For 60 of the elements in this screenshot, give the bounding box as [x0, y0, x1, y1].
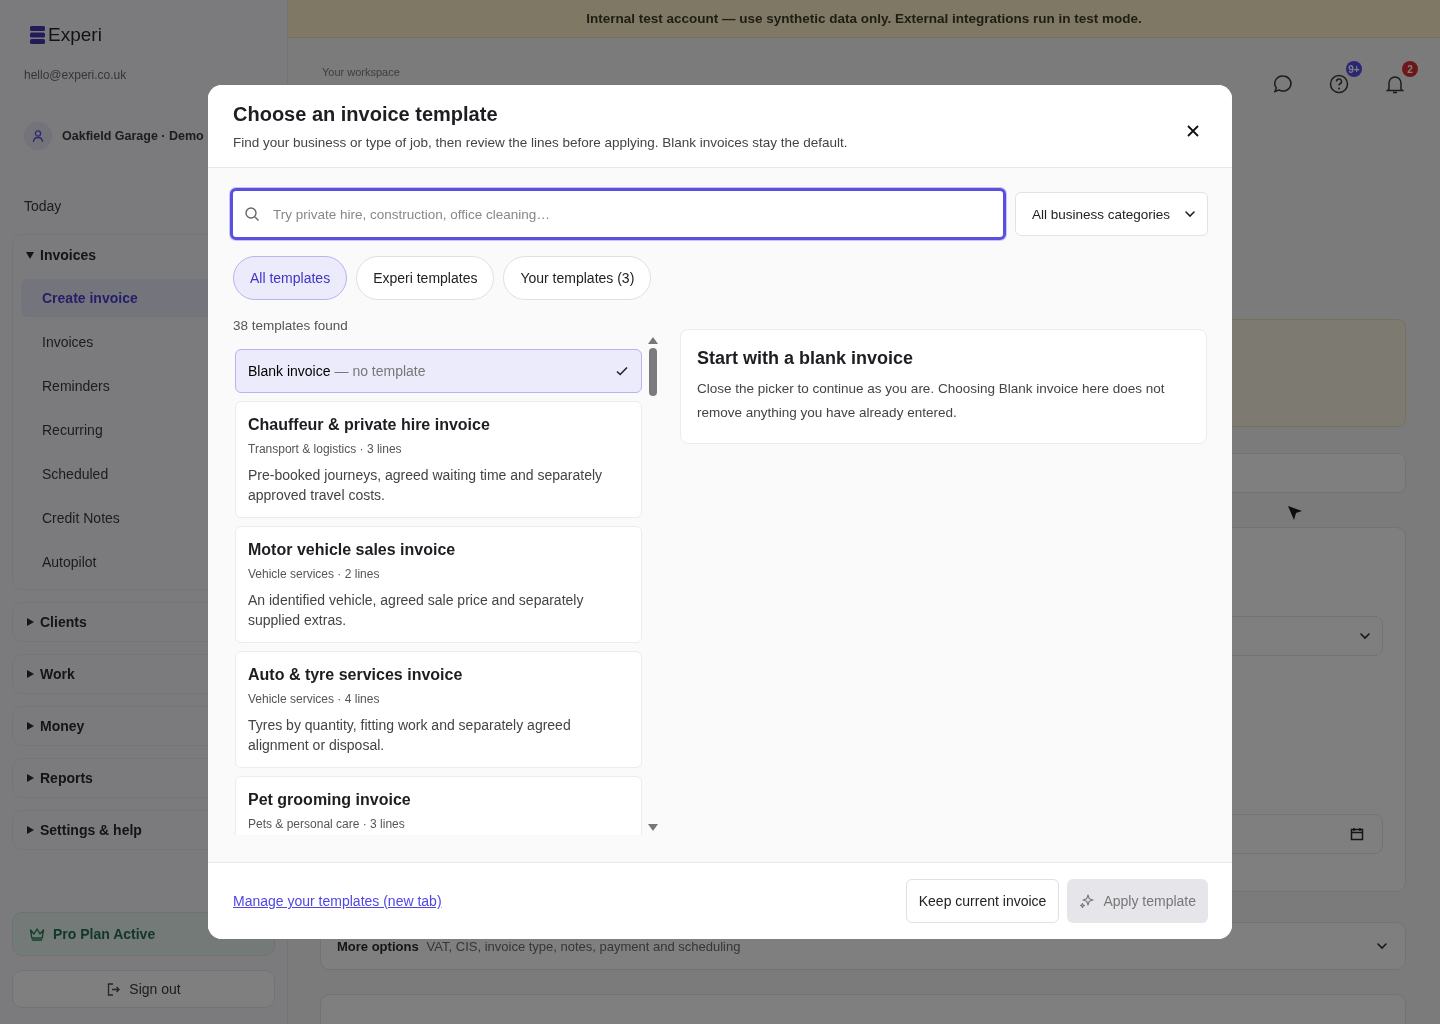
sign-out-button[interactable]: Sign out: [12, 970, 275, 1008]
template-description: Tyres by quantity, fitting work and separately agreed alignment or disposal.: [248, 716, 572, 755]
template-option[interactable]: Blank invoice — no template: [235, 349, 642, 393]
preview-text: Close the picker to continue as you are. Choosing Blank invoice here does not remove anything you have already entered.: [697, 380, 1166, 422]
sidebar-group[interactable]: Work: [40, 666, 75, 682]
dialog-subtitle: Find your business or type of job, then review the lines before applying. Blank invoices stay the default.: [233, 135, 848, 150]
sidebar-group[interactable]: Money: [40, 718, 85, 734]
account-name[interactable]: Oakfield Garage · Demo: [62, 129, 204, 143]
more-options-label[interactable]: More options: [337, 938, 419, 954]
template-card[interactable]: Chauffeur & private hire invoice Transport & logistics · 3 lines Pre-booked journeys, agreed waiting time and separately approved travel costs.: [235, 401, 642, 518]
search-icon: [244, 206, 260, 222]
sidebar-group[interactable]: Settings & help: [40, 822, 142, 838]
template-meta: Vehicle services · 4 lines: [248, 692, 381, 707]
manage-templates-link[interactable]: Manage your templates (new tab): [233, 893, 442, 909]
scroll-up-icon[interactable]: [648, 337, 658, 344]
test-account-banner: Internal test account — use synthetic data only. External integrations run in test mode.: [288, 0, 1440, 38]
template-card[interactable]: Auto & tyre services invoice Vehicle services · 4 lines Tyres by quantity, fitting work and separately agreed alignment or disposal.: [235, 651, 642, 768]
template-card[interactable]: Motor vehicle sales invoice Vehicle services · 2 lines An identified vehicle, agreed sale price and separately supplied extras.: [235, 526, 642, 643]
template-title: Chauffeur & private hire invoice: [248, 416, 491, 434]
sign-out-icon: [106, 981, 122, 997]
notification-badge: 2: [1402, 61, 1418, 77]
template-meta: Transport & logistics · 3 lines: [248, 442, 403, 457]
check-icon: [615, 364, 629, 378]
logo-text: Experi: [48, 24, 102, 46]
template-description: Pre-booked journeys, agreed waiting time and separately approved travel costs.: [248, 466, 604, 505]
template-meta: Vehicle services · 2 lines: [248, 567, 381, 582]
logo-icon: [30, 25, 46, 45]
account-email: hello@experi.co.uk: [24, 68, 128, 82]
help-icon[interactable]: [1328, 73, 1350, 95]
calendar-icon: [1350, 827, 1364, 841]
scroll-down-icon[interactable]: [648, 824, 658, 831]
sidebar-group[interactable]: Reports: [40, 770, 93, 786]
count-badge: 9+: [1346, 61, 1362, 77]
filter-tab[interactable]: All templates: [233, 256, 348, 300]
template-card[interactable]: Pet grooming invoice Pets & personal care · 3 lines: [235, 776, 642, 835]
chat-icon[interactable]: [1272, 73, 1294, 95]
close-icon: [1186, 123, 1200, 138]
user-icon: [31, 129, 45, 143]
preview-title: Start with a blank invoice: [697, 348, 915, 369]
filter-tab[interactable]: Experi templates: [356, 256, 495, 300]
scrollbar-thumb[interactable]: [649, 348, 657, 396]
bell-icon[interactable]: [1384, 73, 1406, 95]
sidebar-group[interactable]: Invoices: [40, 247, 97, 263]
cursor-icon: [1286, 504, 1304, 522]
filter-tab[interactable]: Your templates (3): [503, 256, 652, 300]
result-count: 38 templates found: [233, 318, 349, 333]
category-select[interactable]: All business categories: [1015, 192, 1208, 236]
search-field[interactable]: Try private hire, construction, office cleaning…: [230, 188, 1006, 240]
workspace-label: Your workspace: [322, 66, 400, 78]
dialog-title: Choose an invoice template: [233, 103, 499, 126]
template-meta: Pets & personal care · 3 lines: [248, 817, 406, 832]
sparkle-icon: [1079, 893, 1096, 909]
template-title: Motor vehicle sales invoice: [248, 541, 457, 559]
more-options-hint: VAT, CIS, invoice type, notes, payment and scheduling: [426, 938, 741, 954]
sidebar-group[interactable]: Clients: [40, 614, 87, 630]
keep-invoice-button[interactable]: Keep current invoice: [905, 879, 1060, 923]
crown-icon: [29, 927, 45, 941]
template-description: An identified vehicle, agreed sale price and separately supplied extras.: [248, 591, 585, 630]
template-title: Pet grooming invoice: [248, 791, 412, 809]
template-title: Auto & tyre services invoice: [248, 666, 464, 684]
